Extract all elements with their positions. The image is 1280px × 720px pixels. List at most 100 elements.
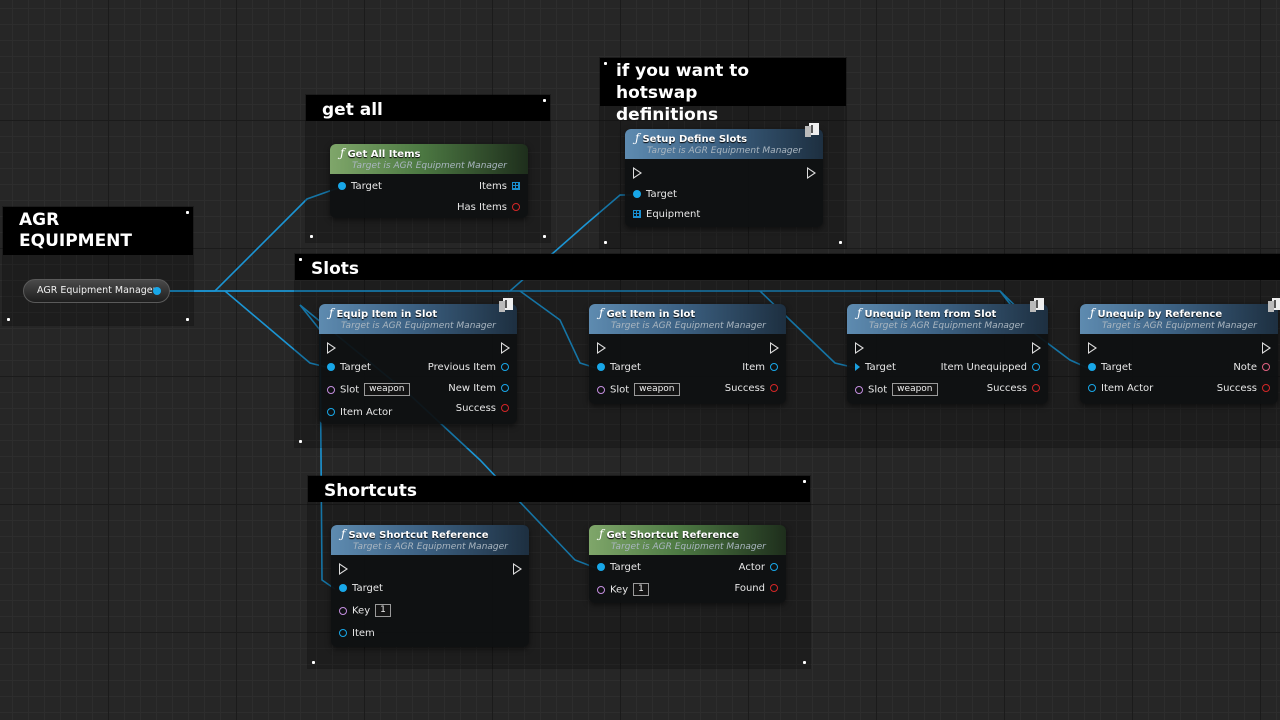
key-value-field[interactable]: 1 bbox=[633, 583, 649, 596]
exec-out-pin[interactable] bbox=[513, 563, 522, 575]
node-title: Setup Define Slots bbox=[642, 134, 748, 145]
node-header: ƒ Unequip by Reference Target is AGR Equi… bbox=[1080, 298, 1280, 334]
pin-target[interactable]: Target bbox=[327, 361, 371, 375]
function-icon: ƒ bbox=[329, 306, 334, 320]
function-icon: ƒ bbox=[599, 527, 604, 541]
node-title: Unequip Item from Slot bbox=[864, 309, 997, 320]
node-header: ƒ Setup Define Slots Target is AGR Equipm… bbox=[625, 123, 823, 159]
pin-success[interactable]: Success bbox=[1217, 382, 1270, 396]
pin-new-item[interactable]: New Item bbox=[448, 382, 509, 396]
pin-actor[interactable]: Actor bbox=[739, 561, 778, 575]
comment-title: Shortcuts bbox=[308, 476, 810, 502]
pin-items[interactable]: Items bbox=[479, 180, 520, 194]
pin-item-unequipped[interactable]: Item Unequipped bbox=[941, 361, 1040, 375]
pin-target[interactable]: Target bbox=[1088, 361, 1132, 375]
node-subtitle: Target is AGR Equipment Manager bbox=[611, 542, 766, 552]
function-icon: ƒ bbox=[341, 527, 346, 541]
node-subtitle: Target is AGR Equipment Manager bbox=[869, 321, 1024, 331]
comment-title: get all bbox=[306, 95, 550, 121]
node-save-shortcut-reference[interactable]: ƒ Save Shortcut Reference Target is AGR E… bbox=[331, 525, 529, 647]
pin-key[interactable]: Key 1 bbox=[339, 604, 391, 619]
exec-in-pin[interactable] bbox=[339, 563, 348, 575]
node-header: ƒ Get Shortcut Reference Target is AGR Eq… bbox=[589, 525, 786, 555]
node-title: Equip Item in Slot bbox=[336, 309, 438, 320]
agr-equipment-manager-variable[interactable]: AGR Equipment Manager bbox=[23, 279, 170, 303]
pin-key[interactable]: Key 1 bbox=[597, 583, 649, 598]
node-subtitle: Target is AGR Equipment Manager bbox=[352, 161, 507, 171]
development-only-icon bbox=[805, 123, 819, 137]
node-header: ƒ Equip Item in Slot Target is AGR Equipm… bbox=[319, 298, 517, 334]
exec-out-pin[interactable] bbox=[1262, 342, 1271, 354]
pin-note[interactable]: Note bbox=[1233, 361, 1270, 375]
node-get-all-items[interactable]: ƒ Get All Items Target is AGR Equipment M… bbox=[330, 144, 528, 218]
node-subtitle: Target is AGR Equipment Manager bbox=[1102, 321, 1257, 331]
node-subtitle: Target is AGR Equipment Manager bbox=[353, 542, 508, 552]
comment-title: AGR EQUIPMENT bbox=[3, 207, 193, 255]
node-unequip-item-from-slot[interactable]: ƒ Unequip Item from Slot Target is AGR Eq… bbox=[847, 298, 1048, 404]
node-equip-item-in-slot[interactable]: ƒ Equip Item in Slot Target is AGR Equipm… bbox=[319, 298, 517, 424]
function-icon: ƒ bbox=[340, 146, 345, 160]
function-icon: ƒ bbox=[599, 306, 604, 320]
pin-item-actor[interactable]: Item Actor bbox=[1088, 382, 1153, 396]
node-header: ƒ Get Item in Slot Target is AGR Equipmen… bbox=[589, 304, 786, 334]
pin-previous-item[interactable]: Previous Item bbox=[428, 361, 509, 375]
node-get-item-in-slot[interactable]: ƒ Get Item in Slot Target is AGR Equipmen… bbox=[589, 304, 786, 404]
pin-target[interactable]: Target bbox=[855, 361, 896, 375]
exec-in-pin[interactable] bbox=[327, 342, 336, 354]
variable-output-pin[interactable] bbox=[153, 287, 161, 295]
variable-label: AGR Equipment Manager bbox=[37, 285, 157, 296]
key-value-field[interactable]: 1 bbox=[375, 604, 391, 617]
node-subtitle: Target is AGR Equipment Manager bbox=[341, 321, 496, 331]
pin-slot[interactable]: Slot weapon bbox=[855, 383, 938, 398]
pin-target[interactable]: Target bbox=[597, 561, 641, 575]
development-only-icon bbox=[1268, 298, 1280, 312]
pin-target[interactable]: Target bbox=[338, 180, 382, 194]
slot-value-field[interactable]: weapon bbox=[364, 383, 410, 396]
pin-equipment[interactable]: Equipment bbox=[633, 208, 700, 222]
development-only-icon bbox=[499, 298, 513, 312]
pin-success[interactable]: Success bbox=[725, 382, 778, 396]
pin-target[interactable]: Target bbox=[633, 188, 677, 202]
pin-has-items[interactable]: Has Items bbox=[457, 201, 520, 215]
node-unequip-by-reference[interactable]: ƒ Unequip by Reference Target is AGR Equi… bbox=[1080, 298, 1280, 404]
function-icon: ƒ bbox=[1090, 306, 1095, 320]
pin-slot[interactable]: Slot weapon bbox=[597, 383, 680, 398]
node-header: ƒ Unequip Item from Slot Target is AGR Eq… bbox=[847, 298, 1048, 334]
node-get-shortcut-reference[interactable]: ƒ Get Shortcut Reference Target is AGR Eq… bbox=[589, 525, 786, 603]
comment-agr-equipment: AGR EQUIPMENT bbox=[3, 207, 193, 325]
slot-value-field[interactable]: weapon bbox=[892, 383, 938, 396]
node-title: Unequip by Reference bbox=[1097, 309, 1223, 320]
exec-out-pin[interactable] bbox=[1032, 342, 1041, 354]
comment-title: Slots bbox=[295, 254, 1280, 280]
function-icon: ƒ bbox=[857, 306, 862, 320]
exec-out-pin[interactable] bbox=[807, 167, 816, 179]
pin-target[interactable]: Target bbox=[597, 361, 641, 375]
node-title: Get Item in Slot bbox=[606, 309, 696, 320]
node-title: Get Shortcut Reference bbox=[606, 530, 740, 541]
pin-item[interactable]: Item bbox=[339, 627, 375, 641]
exec-in-pin[interactable] bbox=[1088, 342, 1097, 354]
node-setup-define-slots[interactable]: ƒ Setup Define Slots Target is AGR Equipm… bbox=[625, 123, 823, 227]
pin-success[interactable]: Success bbox=[456, 402, 509, 416]
node-header: ƒ Save Shortcut Reference Target is AGR E… bbox=[331, 525, 529, 555]
development-only-icon bbox=[1030, 298, 1044, 312]
node-subtitle: Target is AGR Equipment Manager bbox=[611, 321, 766, 331]
pin-target[interactable]: Target bbox=[339, 582, 383, 596]
exec-in-pin[interactable] bbox=[855, 342, 864, 354]
pin-success[interactable]: Success bbox=[987, 382, 1040, 396]
node-header: ƒ Get All Items Target is AGR Equipment M… bbox=[330, 144, 528, 174]
pin-item-actor[interactable]: Item Actor bbox=[327, 406, 392, 420]
pin-found[interactable]: Found bbox=[734, 582, 778, 596]
exec-in-pin[interactable] bbox=[597, 342, 606, 354]
exec-out-pin[interactable] bbox=[770, 342, 779, 354]
pin-item[interactable]: Item bbox=[742, 361, 778, 375]
array-pin-icon bbox=[633, 210, 641, 218]
exec-out-pin[interactable] bbox=[501, 342, 510, 354]
exec-in-pin[interactable] bbox=[633, 167, 642, 179]
pin-slot[interactable]: Slot weapon bbox=[327, 383, 410, 398]
comment-title: if you want to hotswap definitions bbox=[600, 58, 846, 125]
function-icon: ƒ bbox=[635, 131, 640, 145]
node-title: Save Shortcut Reference bbox=[348, 530, 489, 541]
slot-value-field[interactable]: weapon bbox=[634, 383, 680, 396]
array-pin-icon bbox=[512, 182, 520, 190]
